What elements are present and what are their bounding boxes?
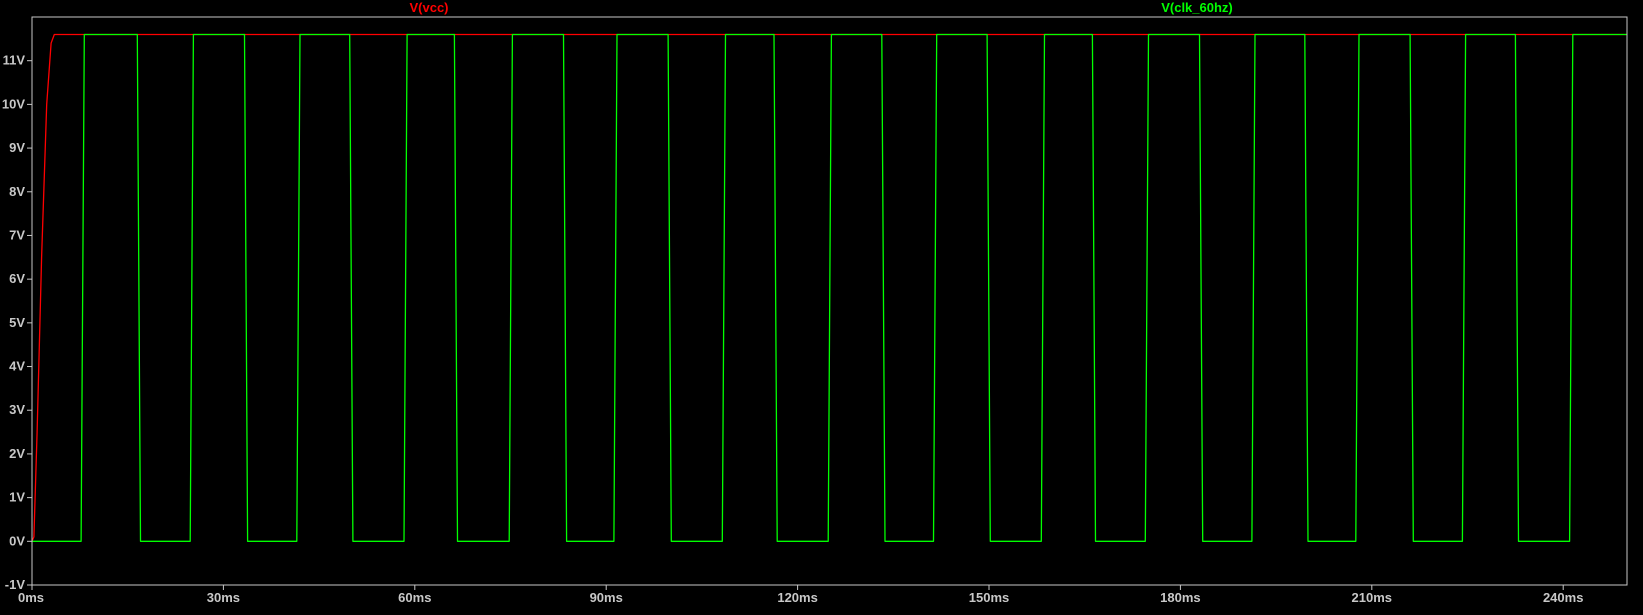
tick-layer: -1V0V1V2V3V4V5V6V7V8V9V10V11V0ms 30ms 60ms… bbox=[2, 53, 1584, 605]
y-tick-label: 7V bbox=[9, 227, 25, 242]
x-tick-label: 210ms bbox=[1352, 590, 1392, 605]
x-tick-label: 0ms bbox=[18, 590, 44, 605]
y-tick-label: 8V bbox=[9, 184, 25, 199]
y-tick-label: 10V bbox=[2, 96, 25, 111]
x-tick-label: 240ms bbox=[1543, 590, 1583, 605]
x-tick-label: 150ms bbox=[969, 590, 1009, 605]
y-tick-label: 0V bbox=[9, 533, 25, 548]
y-tick-label: 9V bbox=[9, 140, 25, 155]
y-tick-label: 6V bbox=[9, 271, 25, 286]
y-tick-label: 5V bbox=[9, 315, 25, 330]
x-tick-label: 60ms bbox=[398, 590, 431, 605]
y-tick-label: 1V bbox=[9, 490, 25, 505]
x-tick-label: 90ms bbox=[590, 590, 623, 605]
x-tick-label: 120ms bbox=[777, 590, 817, 605]
trace-label-clk-60hz[interactable]: V(clk_60hz) bbox=[1161, 0, 1233, 15]
waveform-plot: -1V0V1V2V3V4V5V6V7V8V9V10V11V0ms 30ms 60ms… bbox=[2, 0, 1628, 605]
series-line-clk-60hz[interactable] bbox=[32, 33, 1627, 542]
y-tick-label: 11V bbox=[3, 53, 26, 68]
y-tick-label: 4V bbox=[9, 359, 25, 374]
y-tick-label: 3V bbox=[9, 402, 25, 417]
x-tick-label: 180ms bbox=[1160, 590, 1200, 605]
trace-layer bbox=[31, 33, 1627, 542]
y-tick-label: 2V bbox=[9, 446, 25, 461]
x-tick-label: 30ms bbox=[207, 590, 240, 605]
trace-label-vcc[interactable]: V(vcc) bbox=[409, 0, 448, 15]
waveform-viewer: -1V 0V 1V 2V 3V 4V 5V 6V 7V 8V 9V 10V 11V 0ms 30ms 60ms… bbox=[0, 0, 1643, 615]
